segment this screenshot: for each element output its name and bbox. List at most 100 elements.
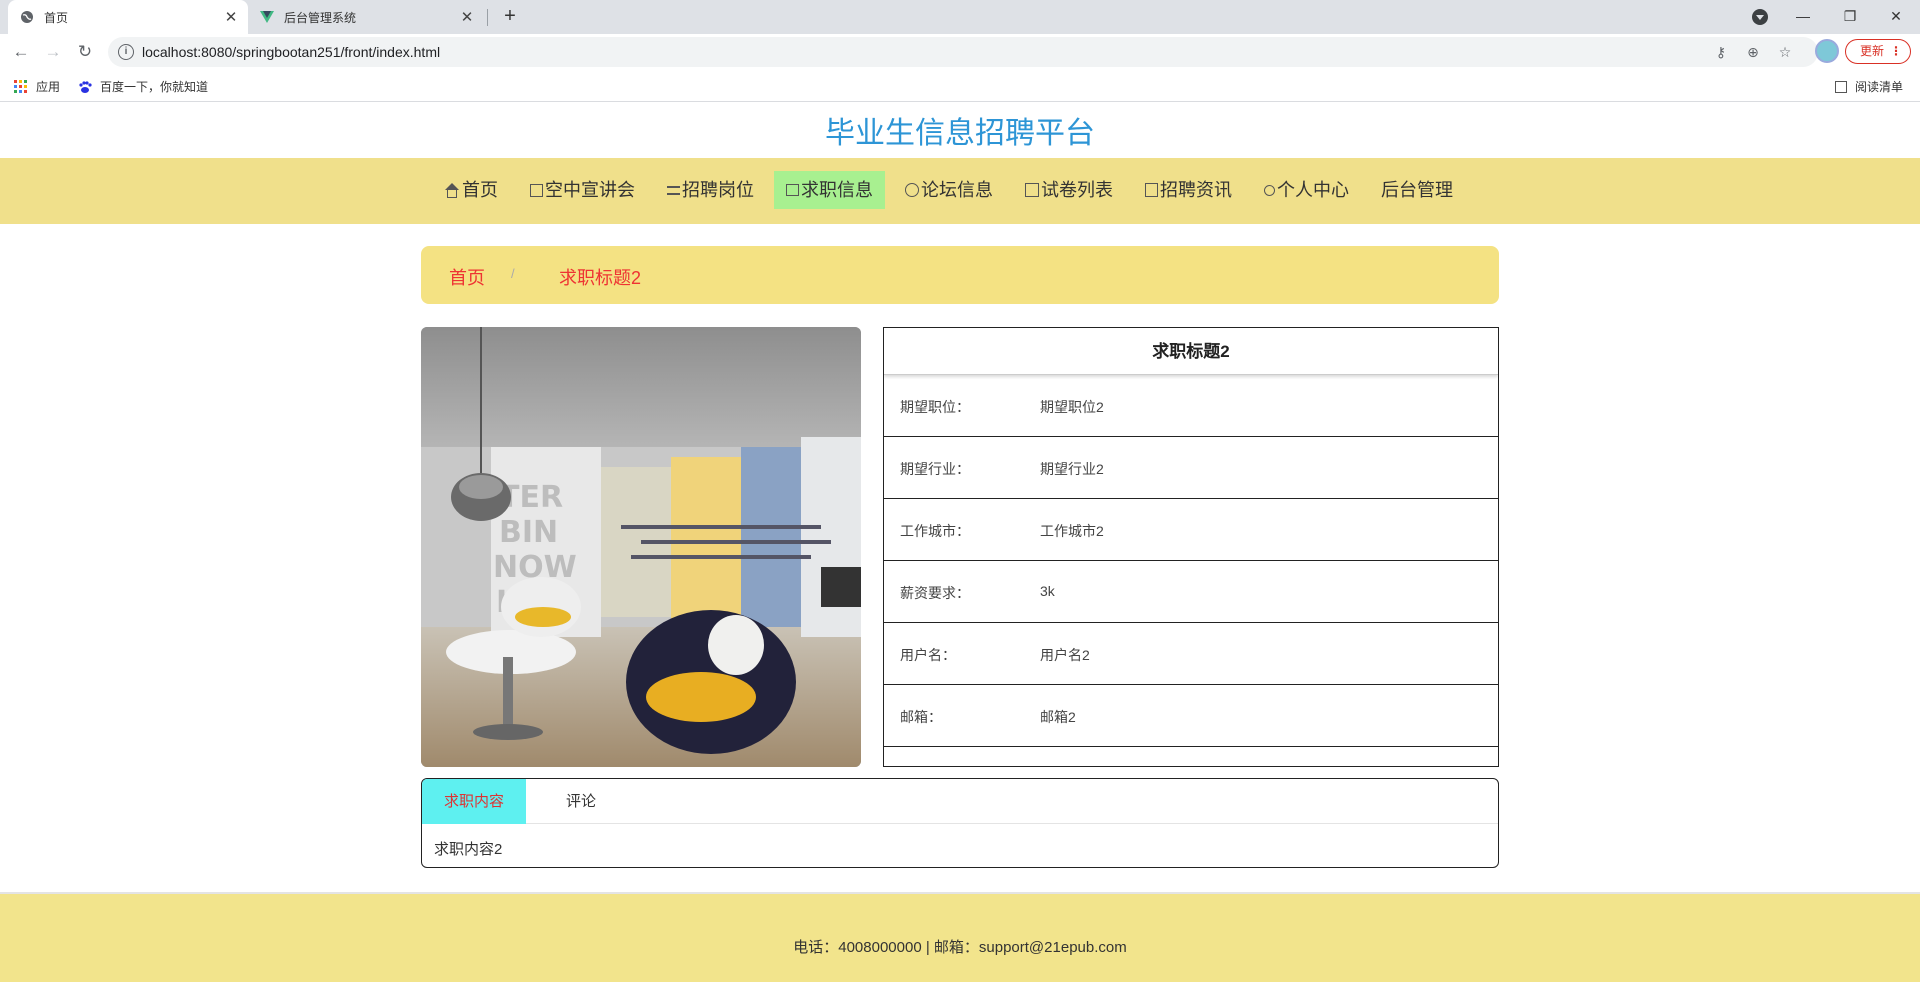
tab-comments[interactable]: 评论 [526, 779, 636, 824]
vue-logo-icon [260, 11, 274, 23]
bookmark-baidu[interactable]: 百度一下，你就知道 [78, 78, 208, 95]
menu-dots-icon: ⋮ [1890, 44, 1902, 58]
breadcrumb-separator: / [511, 266, 515, 281]
globe-icon [21, 11, 33, 23]
detail-label: 期望行业： [900, 461, 970, 477]
browser-tab-admin[interactable]: 后台管理系统 ✕ [252, 0, 484, 34]
nav-item-job-seeking[interactable]: 求职信息 [774, 171, 885, 209]
url-text[interactable]: localhost:8080/springbootan251/front/ind… [142, 44, 440, 60]
document-icon [1145, 183, 1158, 197]
footer: 电话：4008000000 | 邮箱：support@21epub.com [0, 892, 1920, 982]
gift-icon [786, 184, 799, 196]
star-icon[interactable]: ☆ [1776, 43, 1794, 61]
detail-row-position: 期望职位： 期望职位2 [884, 375, 1498, 437]
svg-text:BIN: BIN [499, 515, 558, 550]
detail-label: 邮箱： [900, 709, 942, 725]
nav-item-job-posts[interactable]: 招聘岗位 [655, 171, 766, 209]
detail-title: 求职标题2 [884, 328, 1498, 375]
bookmark-label: 应用 [36, 80, 61, 94]
close-icon[interactable]: ✕ [220, 8, 242, 26]
window-close-button[interactable]: ✕ [1873, 0, 1919, 34]
nav-item-forum[interactable]: 论坛信息 [893, 171, 1005, 209]
nav-item-label: 空中宣讲会 [545, 180, 635, 200]
profile-avatar[interactable] [1815, 39, 1839, 63]
tab-search-icon[interactable] [1752, 9, 1768, 25]
restore-button[interactable]: ❐ [1827, 0, 1873, 34]
site-title: 毕业生信息招聘平台 [825, 117, 1095, 150]
nav-item-label: 首页 [462, 180, 498, 200]
nav-item-admin[interactable]: 后台管理 [1369, 171, 1465, 209]
detail-value: 用户名2 [1040, 647, 1090, 663]
tab-separator [487, 9, 488, 26]
bookmarks-bar: 应用 百度一下，你就知道 阅读清单 [0, 70, 1920, 102]
forward-icon[interactable]: → [41, 40, 65, 64]
nav-item-label: 招聘资讯 [1160, 180, 1232, 200]
new-tab-button[interactable]: + [498, 5, 522, 29]
nav-item-label: 个人中心 [1277, 180, 1349, 200]
bookmark-apps[interactable]: 应用 [14, 78, 60, 95]
nav-item-home[interactable]: 首页 [432, 171, 510, 209]
minimize-button[interactable]: — [1780, 0, 1826, 34]
detail-value: 工作城市2 [1040, 523, 1104, 539]
breadcrumb-home-link[interactable]: 首页 [449, 264, 485, 290]
office-interior-image: TER BIN NOW LIND [421, 327, 861, 767]
tab-panel-content: 求职内容2 [434, 841, 503, 858]
circle-icon [905, 183, 919, 197]
detail-row-username: 用户名： 用户名2 [884, 623, 1498, 685]
job-detail-table: 求职标题2 期望职位： 期望职位2 期望行业： 期望行业2 工作城市： 工作城市… [883, 327, 1499, 767]
nav-item-news[interactable]: 招聘资讯 [1133, 171, 1244, 209]
detail-label: 薪资要求： [900, 585, 970, 601]
update-label: 更新 [1860, 44, 1885, 58]
tab-job-content[interactable]: 求职内容 [422, 779, 526, 824]
breadcrumb: 首页 / 求职标题2 [421, 246, 1499, 304]
reading-list-label: 阅读清单 [1855, 80, 1904, 94]
breadcrumb-current: 求职标题2 [559, 268, 642, 288]
zoom-icon[interactable]: ⊕ [1744, 43, 1762, 61]
browser-toolbar: ← → ↻ i localhost:8080/springbootan251/f… [0, 34, 1920, 70]
tabs-header: 求职内容 评论 [422, 779, 1498, 824]
tab-title: 后台管理系统 [284, 10, 357, 25]
key-icon[interactable]: ⚷ [1712, 43, 1730, 61]
nav-item-label: 求职信息 [801, 180, 873, 200]
nav-item-exams[interactable]: 试卷列表 [1013, 171, 1125, 209]
detail-label: 期望职位： [900, 399, 970, 415]
reload-icon[interactable]: ↻ [73, 40, 97, 64]
user-icon [1264, 184, 1275, 196]
home-icon [444, 182, 460, 198]
close-icon[interactable]: ✕ [456, 8, 478, 26]
nav-item-label: 试卷列表 [1041, 180, 1113, 200]
detail-row-industry: 期望行业： 期望行业2 [884, 437, 1498, 499]
detail-value: 3k [1040, 583, 1055, 599]
grid-plus-icon [1025, 183, 1039, 197]
detail-row-email: 邮箱： 邮箱2 [884, 685, 1498, 747]
detail-label: 工作城市： [900, 523, 970, 539]
nav-item-label: 后台管理 [1381, 180, 1453, 200]
job-seeking-photo: TER BIN NOW LIND [421, 327, 861, 767]
reading-list-icon [1835, 80, 1847, 93]
baidu-paw-icon [79, 80, 92, 93]
apps-grid-icon [14, 79, 28, 94]
footer-contact: 电话：4008000000 | 邮箱：support@21epub.com [793, 939, 1127, 956]
detail-row-city: 工作城市： 工作城市2 [884, 499, 1498, 561]
browser-tab-home[interactable]: 首页 ✕ [8, 0, 248, 34]
info-icon[interactable]: i [118, 44, 134, 60]
update-button[interactable]: 更新 ⋮ [1845, 39, 1911, 64]
bookmark-label: 百度一下，你就知道 [100, 80, 209, 94]
nav-item-air-talk[interactable]: 空中宣讲会 [518, 171, 647, 209]
browser-tab-strip: 首页 ✕ 后台管理系统 ✕ + — ❐ ✕ [0, 0, 1920, 34]
main-nav: 首页 空中宣讲会 招聘岗位 求职信息 论坛信息 试卷列表 招聘资讯 个人中心 后… [0, 158, 1920, 224]
detail-label: 用户名： [900, 647, 956, 663]
detail-value: 期望行业2 [1040, 461, 1104, 477]
content-tabs: 求职内容 评论 求职内容2 [421, 778, 1499, 868]
sliders-icon [667, 185, 680, 195]
tab-title: 首页 [44, 10, 69, 25]
reading-list[interactable]: 阅读清单 [1835, 78, 1903, 95]
address-bar[interactable]: i localhost:8080/springbootan251/front/i… [108, 37, 1818, 67]
nav-item-profile[interactable]: 个人中心 [1252, 171, 1361, 209]
nav-item-label: 招聘岗位 [682, 180, 754, 200]
nav-item-label: 论坛信息 [921, 180, 993, 200]
detail-row-salary: 薪资要求： 3k [884, 561, 1498, 623]
detail-value: 期望职位2 [1040, 399, 1104, 415]
grid-icon [530, 183, 543, 197]
back-icon[interactable]: ← [9, 40, 33, 64]
